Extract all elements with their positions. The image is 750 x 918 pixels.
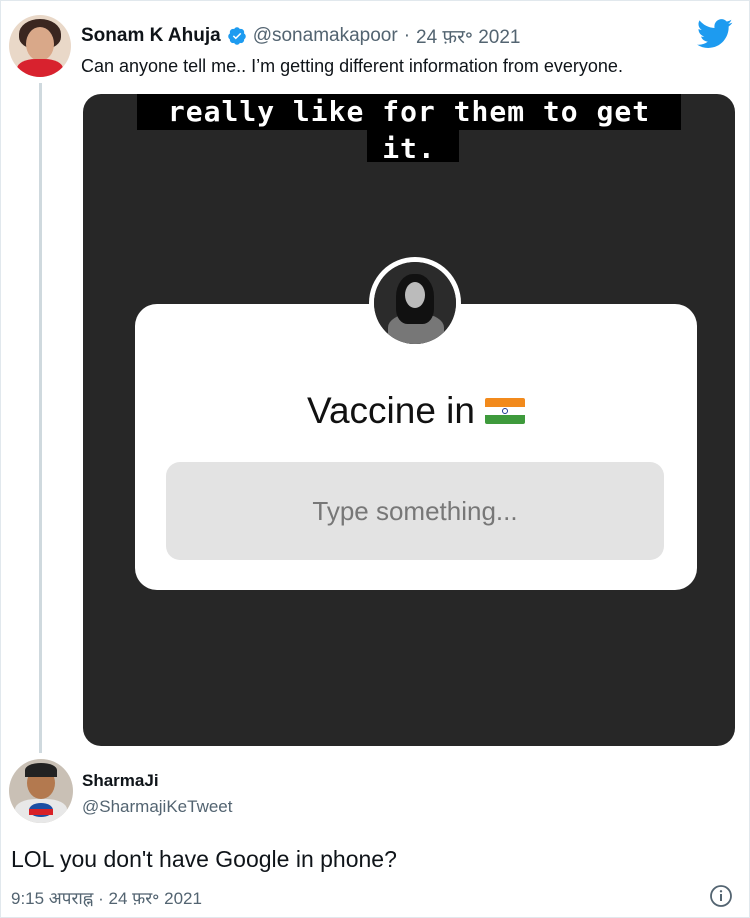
- reply-timestamp[interactable]: 9:15 अपराह्न · 24 फ़र॰ 2021: [11, 886, 202, 909]
- question-title: Vaccine in: [135, 390, 697, 432]
- story-caption-line2: it.: [382, 132, 436, 165]
- reply-author-avatar[interactable]: [9, 759, 73, 823]
- reply-text: LOL you don't have Google in phone?: [11, 846, 397, 872]
- reply-author-handle[interactable]: @SharmajiKeTweet: [82, 797, 233, 817]
- author-avatar[interactable]: [9, 15, 71, 77]
- question-text: Vaccine in: [307, 390, 475, 431]
- author-handle[interactable]: @sonamakapoor: [253, 25, 398, 47]
- india-flag-icon: [484, 398, 525, 424]
- tweet-date[interactable]: 24 फ़र॰ 2021: [416, 23, 520, 49]
- thread-connector-line: [39, 83, 42, 753]
- story-caption-line1: really like for them to get: [167, 95, 651, 128]
- tweet-media-image[interactable]: really like for them to get it. Vaccine …: [83, 94, 735, 746]
- tweet-thread: Sonam K Ahuja @sonamakapoor · 24 फ़र॰ 20…: [0, 0, 750, 918]
- reply-author-name[interactable]: SharmaJi: [82, 771, 159, 791]
- author-display-name[interactable]: Sonam K Ahuja: [81, 25, 221, 47]
- story-profile-avatar: [369, 257, 461, 349]
- info-icon[interactable]: [709, 884, 733, 908]
- answer-input: Type something...: [166, 462, 664, 560]
- tweet-header: Sonam K Ahuja @sonamakapoor · 24 फ़र॰ 20…: [81, 23, 521, 49]
- twitter-bird-icon[interactable]: [697, 19, 733, 49]
- verified-badge-icon: [227, 27, 246, 45]
- tweet-text: Can anyone tell me.. I’m getting differe…: [81, 56, 623, 76]
- header-separator: ·: [403, 25, 411, 46]
